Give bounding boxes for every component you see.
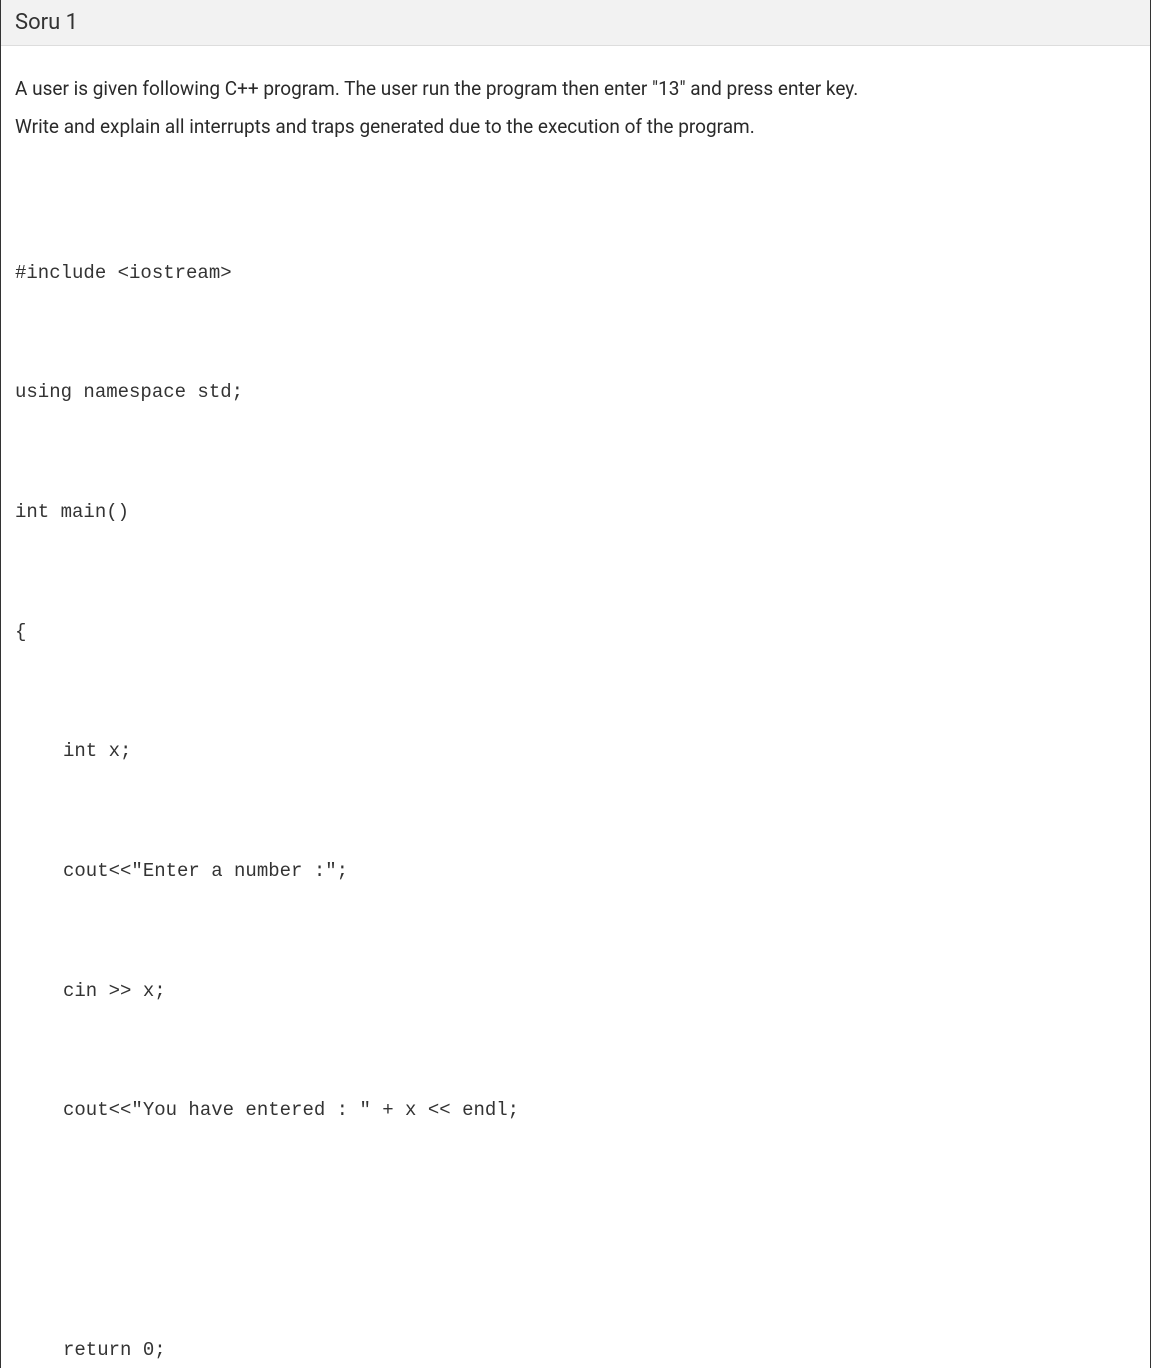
code-line (15, 1211, 1136, 1251)
code-line: int x; (15, 732, 1136, 772)
question-prompt: A user is given following C++ program. T… (15, 70, 1136, 146)
code-line: int main() (15, 493, 1136, 533)
prompt-line: Write and explain all interrupts and tra… (15, 108, 1136, 146)
code-line: cin >> x; (15, 972, 1136, 1012)
code-line: return 0; (15, 1331, 1136, 1368)
code-line: { (15, 613, 1136, 653)
prompt-line: A user is given following C++ program. T… (15, 70, 1136, 108)
question-body: A user is given following C++ program. T… (1, 46, 1150, 1368)
code-block: #include <iostream> using namespace std;… (15, 174, 1136, 1368)
code-line: using namespace std; (15, 373, 1136, 413)
code-line: cout<<"Enter a number :"; (15, 852, 1136, 892)
question-title: Soru 1 (15, 10, 78, 35)
question-header: Soru 1 (1, 0, 1150, 46)
code-line: #include <iostream> (15, 254, 1136, 294)
question-container: Soru 1 A user is given following C++ pro… (0, 0, 1151, 1368)
code-line: cout<<"You have entered : " + x << endl; (15, 1091, 1136, 1131)
